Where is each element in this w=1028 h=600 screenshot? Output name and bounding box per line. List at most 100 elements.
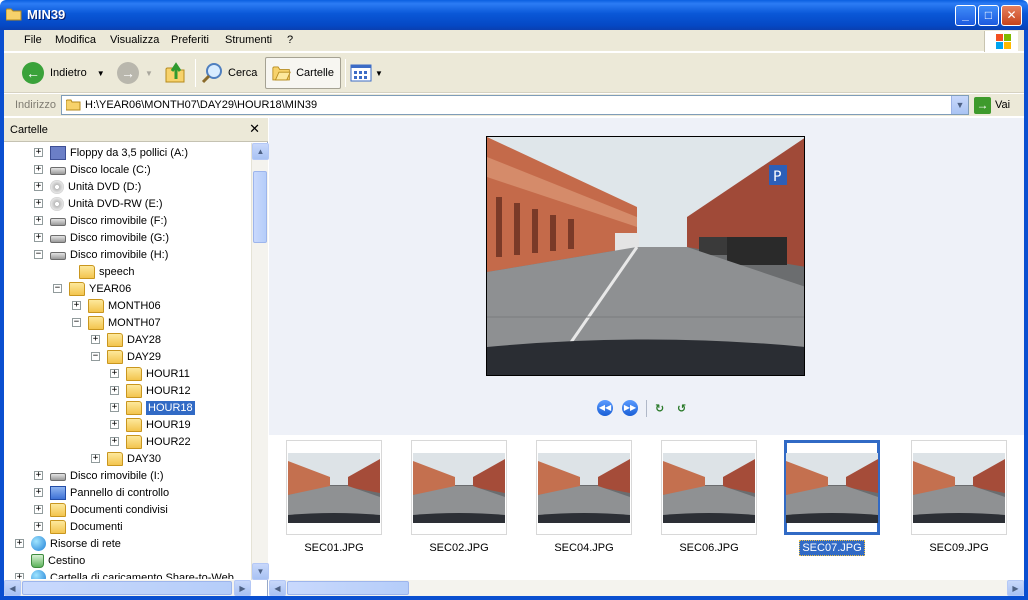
maximize-button[interactable]: □ bbox=[978, 5, 999, 26]
thumbnail-label[interactable]: SEC06.JPG bbox=[654, 542, 764, 554]
thumbnail[interactable] bbox=[536, 440, 632, 535]
tree-item[interactable]: + HOUR19 bbox=[110, 416, 191, 433]
tree-item[interactable]: + Disco rimovibile (I:) bbox=[34, 467, 164, 484]
thumbnail[interactable] bbox=[286, 440, 382, 535]
tree-item[interactable]: + HOUR12 bbox=[110, 382, 191, 399]
previous-image-icon[interactable]: ◀◀ bbox=[597, 400, 613, 416]
tree-item[interactable]: speech bbox=[63, 263, 134, 280]
expand-icon[interactable]: + bbox=[34, 182, 43, 191]
expand-icon[interactable]: + bbox=[34, 216, 43, 225]
tree-item[interactable]: + Disco locale (C:) bbox=[34, 161, 151, 178]
tree-item[interactable]: − YEAR06 bbox=[53, 280, 131, 297]
tree-item[interactable]: + DAY30 bbox=[91, 450, 161, 467]
back-button[interactable]: ← Indietro ▼ bbox=[22, 57, 105, 89]
expand-icon[interactable]: + bbox=[91, 454, 100, 463]
tree-item[interactable]: + Pannello di controllo bbox=[34, 484, 169, 501]
expand-icon[interactable]: + bbox=[15, 539, 24, 548]
tree-item[interactable]: − Disco rimovibile (H:) bbox=[34, 246, 168, 263]
tree-item[interactable]: + Unità DVD (D:) bbox=[34, 178, 141, 195]
rotate-counterclockwise-icon[interactable]: ↺ bbox=[677, 402, 686, 415]
tree-item[interactable]: + Cartella di caricamento Share-to-Web bbox=[15, 569, 234, 579]
thumbnail-label[interactable]: SEC07.JPG bbox=[777, 540, 887, 556]
scroll-thumb[interactable] bbox=[22, 581, 232, 595]
tree-item[interactable]: + Unità DVD-RW (E:) bbox=[34, 195, 163, 212]
expand-icon[interactable]: + bbox=[110, 437, 119, 446]
thumbnail[interactable] bbox=[784, 440, 880, 535]
tree-item[interactable]: + Floppy da 3,5 pollici (A:) bbox=[34, 144, 188, 161]
expand-icon[interactable]: + bbox=[34, 488, 43, 497]
close-button[interactable]: ✕ bbox=[1001, 5, 1022, 26]
menu-preferiti[interactable]: Preferiti bbox=[171, 34, 209, 46]
thumbnail[interactable] bbox=[661, 440, 757, 535]
expand-icon[interactable]: + bbox=[34, 148, 43, 157]
next-image-icon[interactable]: ▶▶ bbox=[622, 400, 638, 416]
scroll-thumb[interactable] bbox=[253, 171, 267, 243]
close-pane-icon[interactable]: ✕ bbox=[249, 121, 260, 137]
folders-button[interactable]: Cartelle bbox=[265, 57, 341, 89]
collapse-icon[interactable]: − bbox=[34, 250, 43, 259]
views-button[interactable]: ▼ bbox=[350, 57, 383, 89]
scroll-left-icon[interactable]: ◀ bbox=[269, 580, 286, 596]
expand-icon[interactable]: + bbox=[91, 335, 100, 344]
collapse-icon[interactable]: − bbox=[53, 284, 62, 293]
title-bar[interactable]: MIN39 _ □ ✕ bbox=[0, 0, 1028, 30]
expand-icon[interactable]: + bbox=[34, 505, 43, 514]
address-dropdown-icon[interactable]: ▼ bbox=[951, 96, 968, 114]
tree-item[interactable]: + HOUR18 bbox=[110, 399, 195, 416]
scroll-right-icon[interactable]: ▶ bbox=[234, 580, 251, 596]
scroll-right-icon[interactable]: ▶ bbox=[1007, 580, 1024, 596]
minimize-button[interactable]: _ bbox=[955, 5, 976, 26]
scroll-up-icon[interactable]: ▲ bbox=[252, 143, 269, 160]
thumbnail-label[interactable]: SEC04.JPG bbox=[529, 542, 639, 554]
tree-item[interactable]: Cestino bbox=[15, 552, 85, 569]
expand-icon[interactable]: + bbox=[110, 420, 119, 429]
thumbnail-label[interactable]: SEC09.JPG bbox=[904, 542, 1014, 554]
menu-visualizza[interactable]: Visualizza bbox=[110, 34, 159, 46]
collapse-icon[interactable]: − bbox=[91, 352, 100, 361]
folder-pane-horizontal-scrollbar[interactable]: ◀ ▶ bbox=[4, 580, 251, 596]
menu-file[interactable]: File bbox=[24, 34, 42, 46]
expand-icon[interactable]: + bbox=[110, 386, 119, 395]
menu-strumenti[interactable]: Strumenti bbox=[225, 34, 272, 46]
forward-dropdown-icon[interactable]: ▼ bbox=[145, 69, 153, 78]
thumbnail[interactable] bbox=[911, 440, 1007, 535]
tree-item[interactable]: + Risorse di rete bbox=[15, 535, 121, 552]
address-field[interactable]: H:\YEAR06\MONTH07\DAY29\HOUR18\MIN39 ▼ bbox=[61, 95, 969, 115]
rotate-clockwise-icon[interactable]: ↻ bbox=[655, 402, 664, 415]
thumbnail-label[interactable]: SEC02.JPG bbox=[404, 542, 514, 554]
menu-help[interactable]: ? bbox=[287, 34, 293, 46]
tree-item[interactable]: + Documenti condivisi bbox=[34, 501, 168, 518]
collapse-icon[interactable]: − bbox=[72, 318, 81, 327]
expand-icon[interactable]: + bbox=[110, 403, 119, 412]
scroll-left-icon[interactable]: ◀ bbox=[4, 580, 21, 596]
thumbnail-label[interactable]: SEC01.JPG bbox=[279, 542, 389, 554]
tree-item[interactable]: + DAY28 bbox=[91, 331, 161, 348]
tree-item[interactable]: + HOUR22 bbox=[110, 433, 191, 450]
expand-icon[interactable]: + bbox=[34, 199, 43, 208]
expand-icon[interactable]: + bbox=[34, 471, 43, 480]
scroll-thumb[interactable] bbox=[287, 581, 409, 595]
tree-item[interactable]: + HOUR11 bbox=[110, 365, 190, 382]
thumbnail[interactable] bbox=[411, 440, 507, 535]
tree-item[interactable]: − DAY29 bbox=[91, 348, 161, 365]
expand-icon[interactable]: + bbox=[15, 573, 24, 579]
up-folder-button[interactable] bbox=[164, 57, 188, 89]
menu-modifica[interactable]: Modifica bbox=[55, 34, 96, 46]
forward-button[interactable]: → ▼ bbox=[117, 57, 153, 89]
folder-pane-vertical-scrollbar[interactable]: ▲ ▼ bbox=[251, 143, 269, 580]
go-button[interactable]: → Vai bbox=[974, 95, 1010, 115]
back-dropdown-icon[interactable]: ▼ bbox=[97, 69, 105, 78]
main-horizontal-scrollbar[interactable]: ◀ ▶ bbox=[269, 580, 1024, 596]
expand-icon[interactable]: + bbox=[72, 301, 81, 310]
tree-item[interactable]: + MONTH06 bbox=[72, 297, 161, 314]
tree-item[interactable]: − MONTH07 bbox=[72, 314, 161, 331]
expand-icon[interactable]: + bbox=[34, 233, 43, 242]
expand-icon[interactable]: + bbox=[110, 369, 119, 378]
expand-icon[interactable]: + bbox=[34, 165, 43, 174]
tree-item[interactable]: + Disco rimovibile (G:) bbox=[34, 229, 169, 246]
tree-item[interactable]: + Documenti bbox=[34, 518, 123, 535]
tree-item[interactable]: + Disco rimovibile (F:) bbox=[34, 212, 167, 229]
search-button[interactable]: Cerca bbox=[200, 57, 257, 89]
expand-icon[interactable]: + bbox=[34, 522, 43, 531]
scroll-down-icon[interactable]: ▼ bbox=[252, 563, 269, 580]
